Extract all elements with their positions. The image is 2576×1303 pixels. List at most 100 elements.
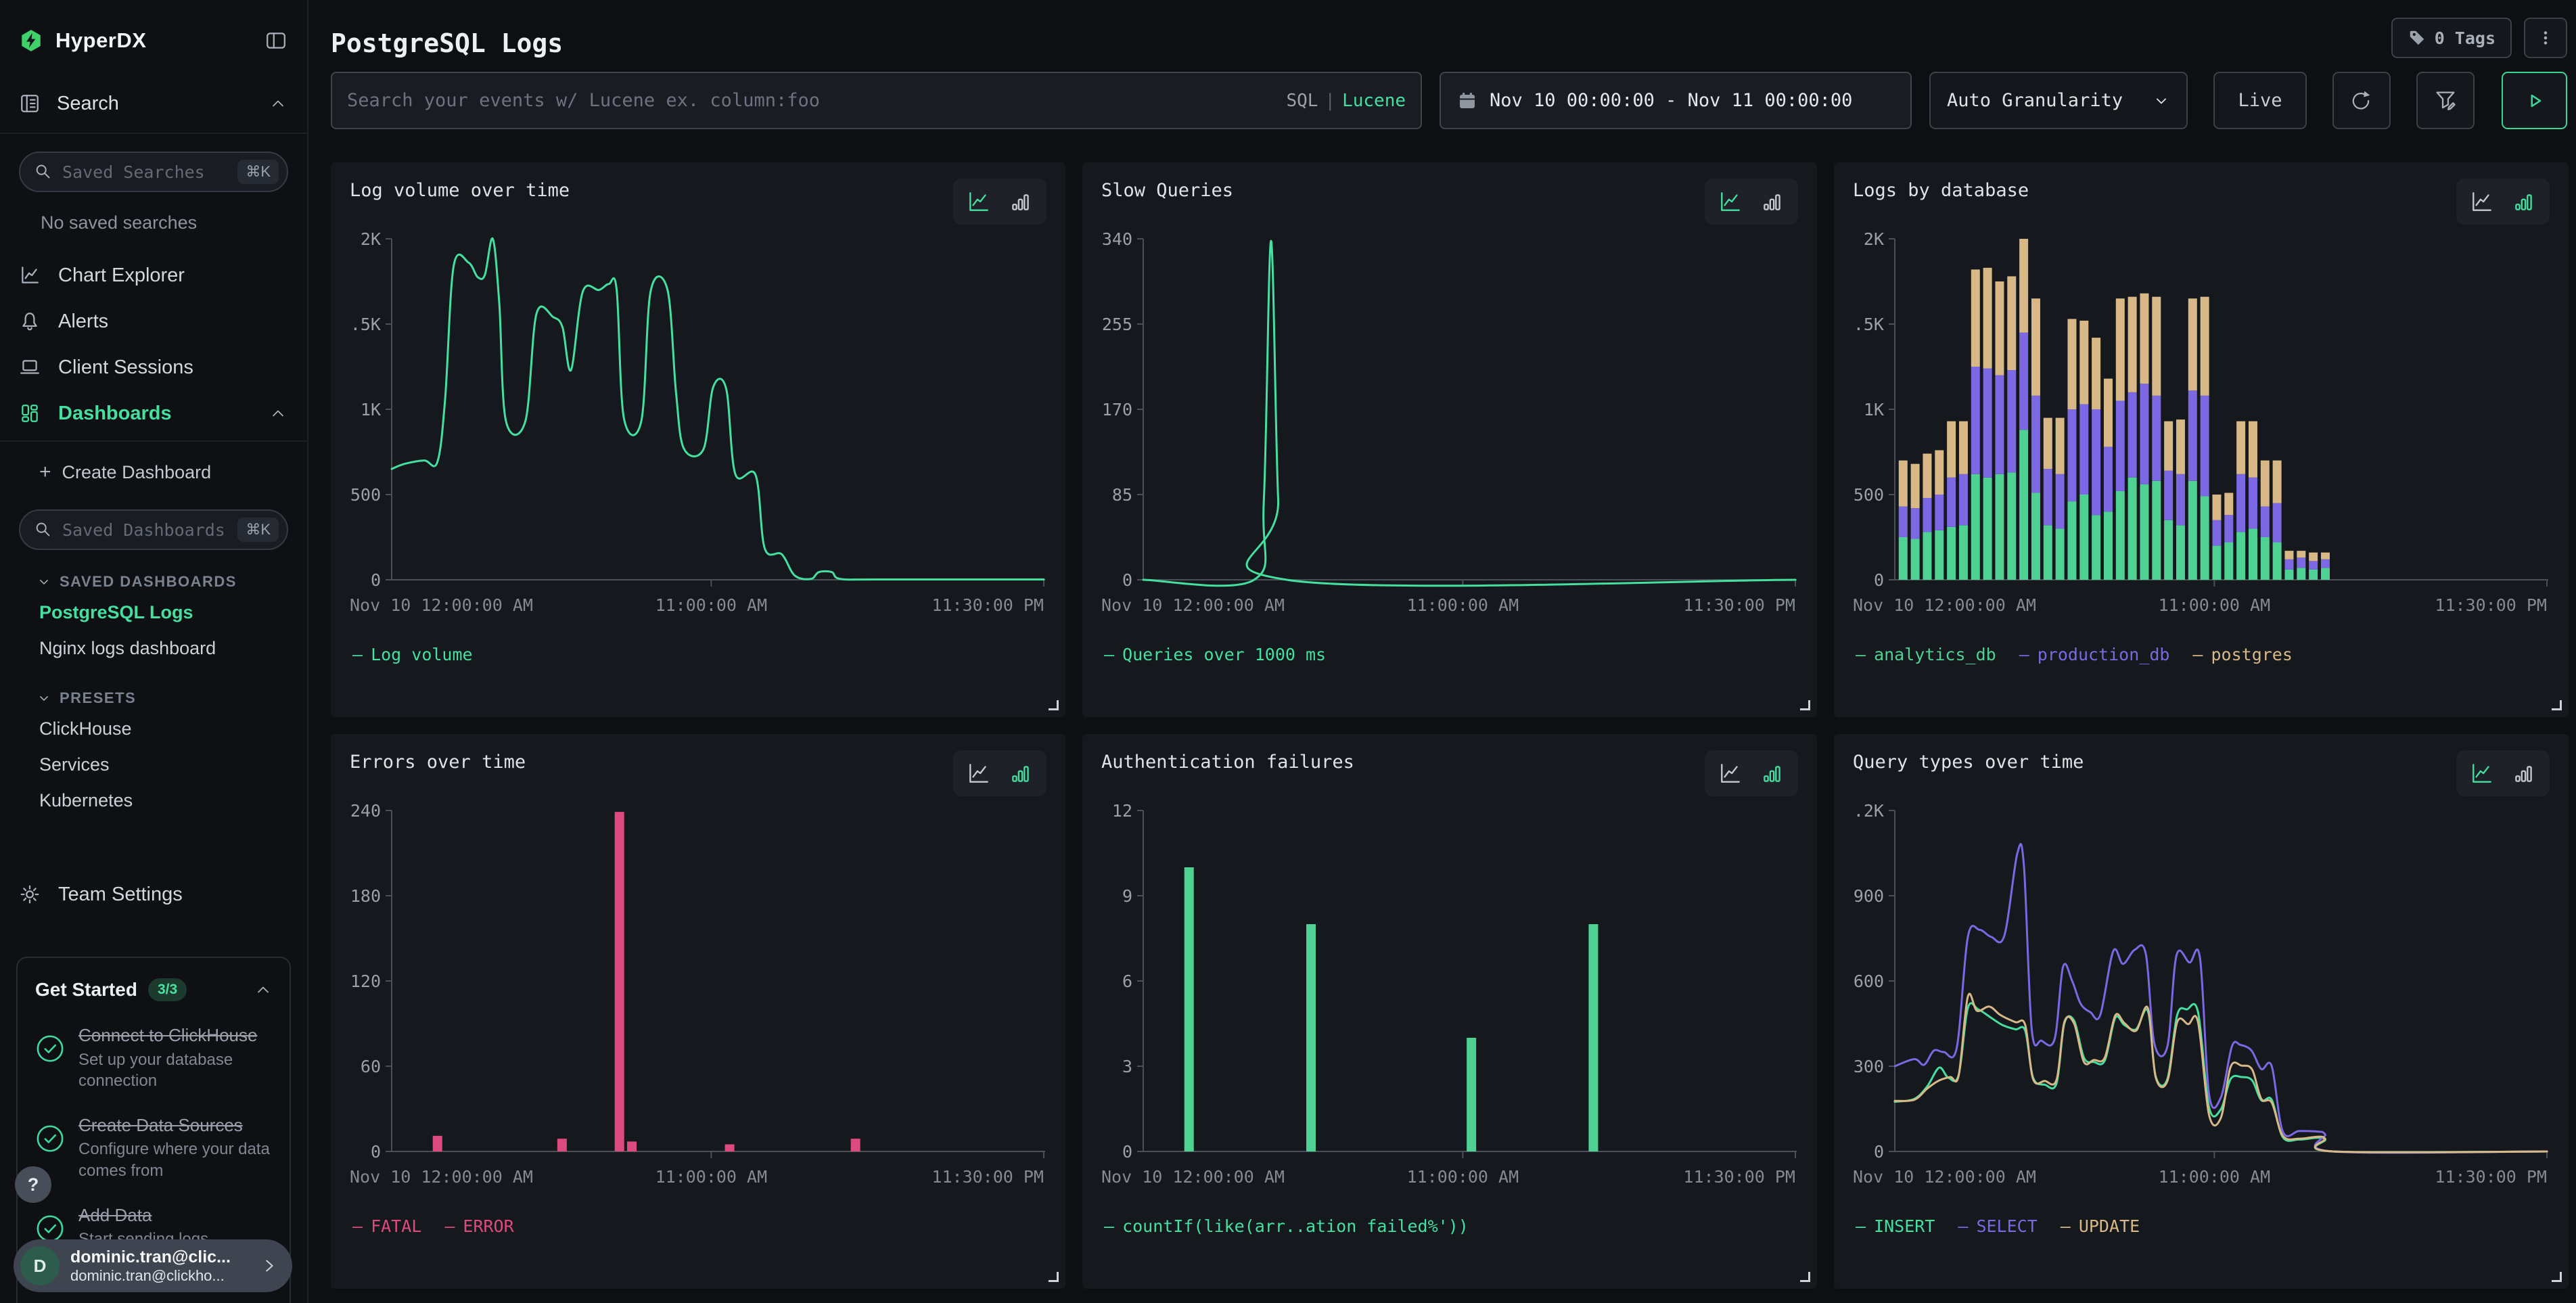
chart-plot[interactable]: 129630Nov 10 12:00:00 AM11:00:00 AM11:30…: [1101, 800, 1798, 1206]
search-icon: [34, 162, 53, 181]
get-started-title: Get Started: [35, 979, 137, 1001]
chart-plot[interactable]: 1.2K9006003000Nov 10 12:00:00 AM11:00:00…: [1853, 800, 2550, 1206]
logo-row: HyperDX: [0, 0, 307, 53]
saved-dashboards-group-header[interactable]: SAVED DASHBOARDS: [37, 573, 307, 591]
sidebar-item-alerts[interactable]: Alerts: [0, 298, 307, 344]
chart-legend: —analytics_db —production_db —postgres: [1853, 645, 2550, 664]
filter-button[interactable]: [2416, 72, 2475, 129]
line-chart-icon[interactable]: [967, 761, 991, 785]
saved-searches-field[interactable]: [62, 162, 228, 182]
sidebar-item-client-sessions[interactable]: Client Sessions: [0, 344, 307, 390]
refresh-button[interactable]: [2332, 72, 2391, 129]
line-chart-icon[interactable]: [1718, 761, 1743, 785]
legend-item[interactable]: —analytics_db: [1856, 645, 1996, 664]
date-range-picker[interactable]: Nov 10 00:00:00 - Nov 11 00:00:00: [1440, 72, 1912, 129]
legend-item[interactable]: —FATAL: [352, 1216, 421, 1236]
svg-text:900: 900: [1854, 886, 1884, 906]
sql-mode-toggle[interactable]: SQL: [1286, 91, 1318, 111]
chevron-up-icon[interactable]: [254, 981, 272, 999]
svg-text:1.2K: 1.2K: [1853, 801, 1884, 821]
more-menu-button[interactable]: [2524, 18, 2567, 58]
bar-chart-icon[interactable]: [1009, 761, 1033, 785]
legend-item[interactable]: —postgres: [2192, 645, 2292, 664]
legend-item[interactable]: —Log volume: [352, 645, 473, 664]
create-dashboard-label: Create Dashboard: [62, 462, 212, 483]
sidebar-item-dashboards[interactable]: Dashboards: [0, 390, 307, 436]
svg-text:3: 3: [1122, 1057, 1132, 1076]
legend-item[interactable]: —UPDATE: [2061, 1216, 2140, 1236]
chart-plot[interactable]: 240180120600Nov 10 12:00:00 AM11:00:00 A…: [350, 800, 1046, 1206]
preset-item-clickhouse[interactable]: ClickHouse: [0, 711, 307, 747]
get-started-step-connect[interactable]: Connect to ClickHouse Set up your databa…: [35, 1024, 272, 1091]
svg-text:9: 9: [1122, 886, 1132, 906]
bar-chart-icon[interactable]: [1760, 189, 1785, 214]
legend-label: FATAL: [371, 1216, 421, 1236]
sidebar-item-chart-explorer[interactable]: Chart Explorer: [0, 252, 307, 298]
svg-text:0: 0: [1122, 570, 1132, 590]
lucene-mode-toggle[interactable]: Lucene: [1342, 91, 1406, 111]
line-chart-icon[interactable]: [967, 189, 991, 214]
event-search-box[interactable]: SQL|Lucene: [331, 72, 1422, 129]
chevron-up-icon: [269, 95, 287, 112]
step-desc: Set up your database connection: [78, 1049, 272, 1091]
svg-text:60: 60: [361, 1057, 381, 1076]
svg-text:0: 0: [371, 570, 381, 590]
sidebar-item-team-settings[interactable]: Team Settings: [0, 871, 307, 917]
preset-item-services[interactable]: Services: [0, 747, 307, 783]
get-started-step-sources[interactable]: Create Data Sources Configure where your…: [35, 1114, 272, 1181]
chart-legend: —FATAL —ERROR: [350, 1216, 1046, 1236]
bar-chart-icon[interactable]: [2512, 761, 2536, 785]
chart-legend: —Log volume: [350, 645, 1046, 664]
user-name: dominic.tran@clic...: [70, 1248, 249, 1267]
tags-label: 0 Tags: [2435, 28, 2496, 48]
laptop-icon: [19, 357, 41, 378]
saved-searches-input[interactable]: ⌘K: [19, 152, 288, 192]
saved-dashboards-input[interactable]: ⌘K: [19, 509, 288, 550]
collapse-sidebar-icon[interactable]: [265, 30, 287, 51]
legend-item[interactable]: —Queries over 1000 ms: [1104, 645, 1326, 664]
line-chart-icon[interactable]: [1718, 189, 1743, 214]
svg-text:600: 600: [1854, 971, 1884, 991]
svg-text:Nov 10 12:00:00 AM: Nov 10 12:00:00 AM: [350, 1167, 533, 1187]
saved-dashboards-field[interactable]: [62, 520, 228, 540]
svg-text:170: 170: [1102, 400, 1132, 419]
create-dashboard-button[interactable]: + Create Dashboard: [0, 453, 307, 492]
bar-chart-icon[interactable]: [1760, 761, 1785, 785]
bar-chart-icon[interactable]: [2512, 189, 2536, 214]
chart-view-toggle: [1705, 179, 1798, 225]
dashboard-item-nginx-logs[interactable]: Nginx logs dashboard: [0, 631, 307, 666]
sidebar-item-search[interactable]: Search: [0, 87, 307, 120]
chart-plot[interactable]: 2K1.5K1K5000Nov 10 12:00:00 AM11:00:00 A…: [350, 228, 1046, 634]
legend-item[interactable]: —INSERT: [1856, 1216, 1935, 1236]
svg-text:85: 85: [1112, 485, 1132, 505]
legend-dash: —: [352, 645, 363, 664]
chart-plot[interactable]: 340255170850Nov 10 12:00:00 AM11:00:00 A…: [1101, 228, 1798, 634]
legend-item[interactable]: —countIf(like(arr..ation failed%')): [1104, 1216, 1469, 1236]
line-chart-icon[interactable]: [2470, 761, 2494, 785]
help-button[interactable]: ?: [15, 1166, 51, 1203]
legend-item[interactable]: —ERROR: [444, 1216, 513, 1236]
event-search-input[interactable]: [347, 90, 1274, 111]
preset-item-kubernetes[interactable]: Kubernetes: [0, 783, 307, 819]
svg-text:500: 500: [350, 485, 381, 505]
legend-dash: —: [2019, 645, 2029, 664]
line-chart-icon[interactable]: [2470, 189, 2494, 214]
chart-explorer-icon: [19, 265, 41, 286]
granularity-select[interactable]: Auto Granularity: [1929, 72, 2188, 129]
chart-plot[interactable]: 2K1.5K1K5000Nov 10 12:00:00 AM11:00:00 A…: [1853, 228, 2550, 634]
legend-item[interactable]: —production_db: [2019, 645, 2170, 664]
presets-title: PRESETS: [60, 689, 136, 707]
user-menu[interactable]: D dominic.tran@clic... dominic.tran@clic…: [14, 1239, 292, 1292]
legend-label: ERROR: [463, 1216, 513, 1236]
svg-text:12: 12: [1112, 801, 1132, 821]
dashboard-item-postgresql-logs[interactable]: PostgreSQL Logs: [0, 595, 307, 631]
bar-chart-icon[interactable]: [1009, 189, 1033, 214]
presets-group-header[interactable]: PRESETS: [37, 689, 307, 707]
run-query-button[interactable]: [2502, 72, 2567, 129]
divider: [0, 133, 307, 134]
tags-button[interactable]: 0 Tags: [2391, 18, 2512, 58]
chart-legend: —Queries over 1000 ms: [1101, 645, 1798, 664]
live-button[interactable]: Live: [2213, 72, 2307, 129]
legend-item[interactable]: —SELECT: [1958, 1216, 2037, 1236]
svg-text:11:30:00 PM: 11:30:00 PM: [2435, 595, 2547, 615]
